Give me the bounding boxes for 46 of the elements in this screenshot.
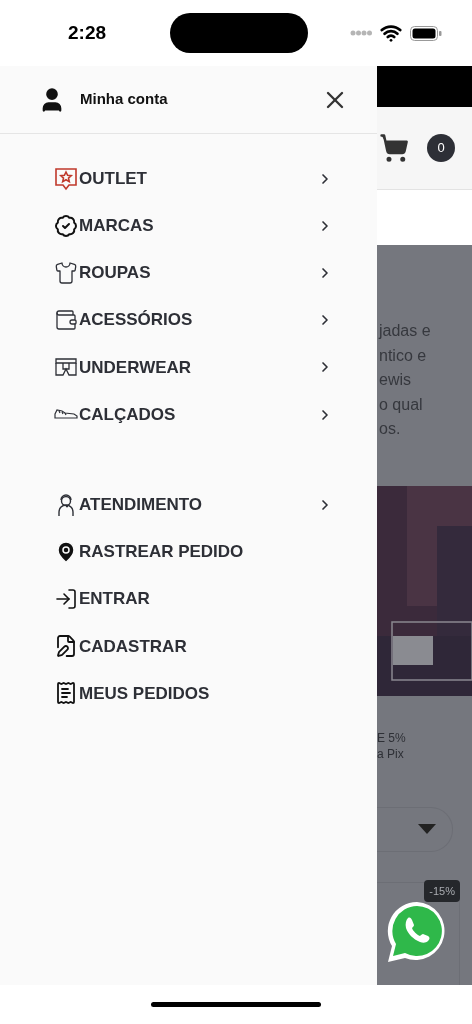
page-text: ewis xyxy=(378,370,412,390)
menu-item[interactable]: CADASTRAR xyxy=(0,622,377,670)
menu-item[interactable]: MARCAS xyxy=(0,202,377,250)
badge-check-icon xyxy=(54,213,78,238)
account-label: Minha conta xyxy=(80,89,168,110)
page-text: o qual xyxy=(378,394,424,415)
page-text: os. xyxy=(378,419,402,439)
status-time: 2:28 xyxy=(68,20,107,45)
discount-badge: -15% xyxy=(424,879,460,902)
menu-item-label: OUTLET xyxy=(79,167,147,190)
menu-item[interactable]: ATENDIMENTO xyxy=(0,481,377,529)
signal-icon xyxy=(350,30,372,36)
sneaker-icon xyxy=(54,409,78,421)
login-icon xyxy=(54,587,78,612)
menu-item[interactable]: UNDERWEAR xyxy=(0,343,377,391)
menu-item-label: ROUPAS xyxy=(79,262,151,285)
receipt-icon xyxy=(54,681,78,706)
promo-text: a Pix xyxy=(377,745,405,762)
promo-text: E 5% xyxy=(377,729,407,746)
menu-item-label: RASTREAR PEDIDO xyxy=(79,541,244,564)
shirt-icon xyxy=(54,260,78,285)
star-tag-icon xyxy=(54,166,78,191)
wifi-icon xyxy=(380,22,402,44)
menu-item-label: MEUS PEDIDOS xyxy=(79,682,210,705)
document-pen-icon xyxy=(54,634,78,659)
menu-item[interactable]: OUTLET xyxy=(0,155,377,203)
wallet-icon xyxy=(54,308,78,333)
menu-item[interactable]: ACESSÓRIOS xyxy=(0,296,377,344)
menu-item-label: CALÇADOS xyxy=(79,403,176,426)
menu-item-label: MARCAS xyxy=(79,215,154,238)
page-text: jadas e xyxy=(377,321,432,341)
menu-item-label: UNDERWEAR xyxy=(79,356,192,379)
menu-item[interactable]: ROUPAS xyxy=(0,249,377,297)
battery-icon xyxy=(410,25,442,41)
menu-item[interactable]: RASTREAR PEDIDO xyxy=(0,528,377,576)
page-text: ntico e xyxy=(378,345,428,366)
cart-icon[interactable] xyxy=(379,133,409,163)
menu-item-label: CADASTRAR xyxy=(79,635,187,658)
caret-down-icon xyxy=(418,824,436,834)
menu-item-label: ENTRAR xyxy=(79,588,150,611)
cart-count-badge: 0 xyxy=(427,134,455,162)
menu-item-label: ACESSÓRIOS xyxy=(79,309,193,332)
menu-item-label: ATENDIMENTO xyxy=(79,493,203,516)
menu-item[interactable]: CALÇADOS xyxy=(0,390,377,439)
menu-item[interactable]: ENTRAR xyxy=(0,575,377,623)
menu-item[interactable]: MEUS PEDIDOS xyxy=(0,669,377,718)
